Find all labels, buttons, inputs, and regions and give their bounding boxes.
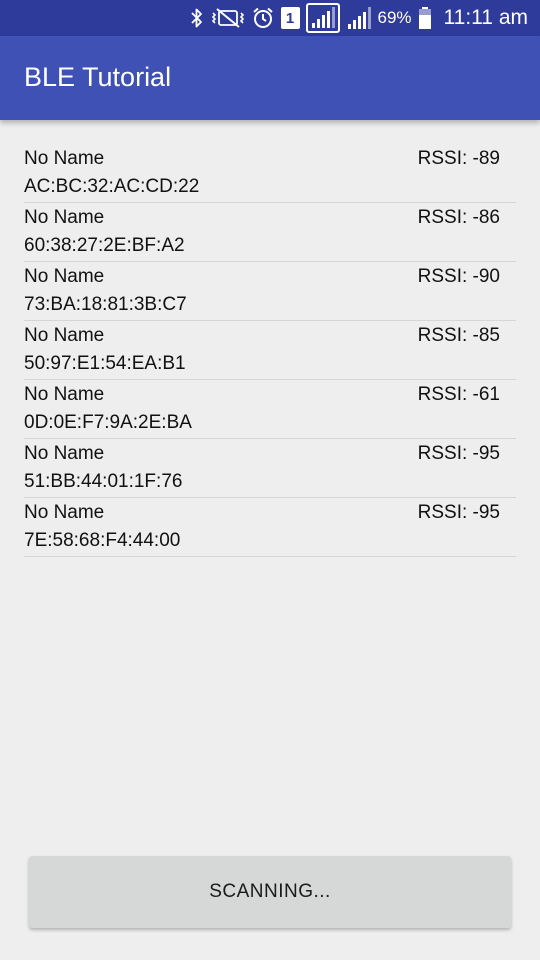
bluetooth-icon <box>189 6 205 30</box>
device-row[interactable]: No Name RSSI: -95 7E:58:68:F4:44:00 <box>24 498 516 557</box>
device-address: 7E:58:68:F4:44:00 <box>24 530 181 551</box>
battery-percent: 69% <box>377 8 412 27</box>
device-row[interactable]: No Name RSSI: -89 AC:BC:32:AC:CD:22 <box>24 144 516 203</box>
scan-button[interactable]: SCANNING... <box>29 856 511 928</box>
signal-icon <box>305 3 340 33</box>
app-bar: BLE Tutorial <box>0 36 540 120</box>
alarm-icon <box>251 6 275 30</box>
device-rssi: RSSI: -95 <box>417 502 500 523</box>
device-rssi: RSSI: -90 <box>417 266 500 287</box>
device-list: No Name RSSI: -89 AC:BC:32:AC:CD:22 No N… <box>24 144 516 557</box>
device-name: No Name <box>24 443 105 464</box>
device-address: 60:38:27:2E:BF:A2 <box>24 235 185 256</box>
device-row[interactable]: No Name RSSI: -95 51:BB:44:01:1F:76 <box>24 439 516 498</box>
battery-icon <box>418 6 432 30</box>
signal-icon-2 <box>346 6 372 30</box>
sim-icon: 1 <box>280 7 300 29</box>
vibrate-mute-icon <box>211 6 245 30</box>
app-title: BLE Tutorial <box>24 62 172 92</box>
device-rssi: RSSI: -89 <box>417 148 500 169</box>
status-bar: 1 69% 11:11 am <box>0 0 540 36</box>
device-address: 50:97:E1:54:EA:B1 <box>24 353 186 374</box>
device-row[interactable]: No Name RSSI: -61 0D:0E:F7:9A:2E:BA <box>24 380 516 439</box>
device-rssi: RSSI: -86 <box>417 207 500 228</box>
device-name: No Name <box>24 207 105 228</box>
device-address: AC:BC:32:AC:CD:22 <box>24 176 200 197</box>
device-rssi: RSSI: -61 <box>417 384 500 405</box>
device-rssi: RSSI: -95 <box>417 443 500 464</box>
status-time: 11:11 am <box>443 6 528 29</box>
device-name: No Name <box>24 266 105 287</box>
device-address: 0D:0E:F7:9A:2E:BA <box>24 412 192 433</box>
device-row[interactable]: No Name RSSI: -85 50:97:E1:54:EA:B1 <box>24 321 516 380</box>
device-name: No Name <box>24 502 105 523</box>
device-address: 51:BB:44:01:1F:76 <box>24 471 183 492</box>
status-icons: 1 69% 11:11 am <box>189 0 528 36</box>
device-address: 73:BA:18:81:3B:C7 <box>24 294 187 315</box>
device-rssi: RSSI: -85 <box>417 325 500 346</box>
device-row[interactable]: No Name RSSI: -86 60:38:27:2E:BF:A2 <box>24 203 516 262</box>
device-name: No Name <box>24 148 105 169</box>
device-row[interactable]: No Name RSSI: -90 73:BA:18:81:3B:C7 <box>24 262 516 321</box>
device-name: No Name <box>24 325 105 346</box>
device-name: No Name <box>24 384 105 405</box>
